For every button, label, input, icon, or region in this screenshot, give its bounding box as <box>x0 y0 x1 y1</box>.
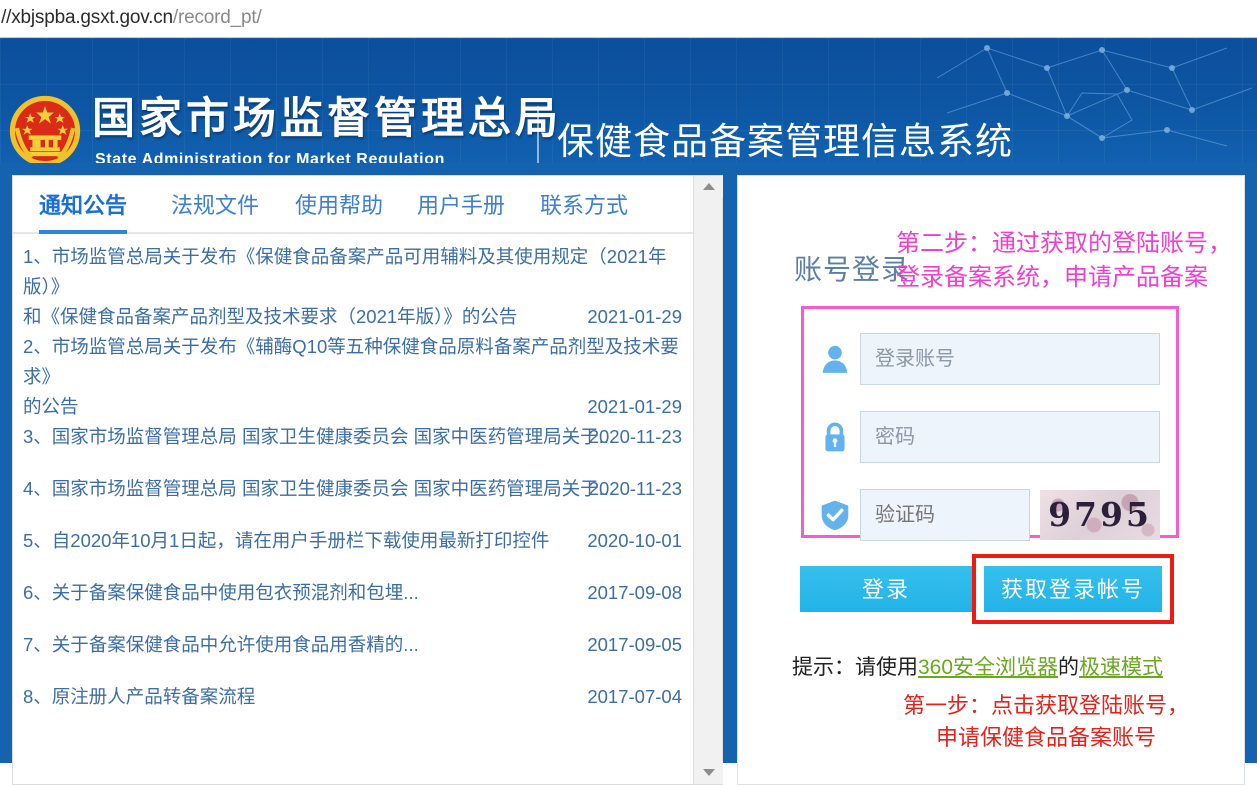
notice-date: 2020-11-23 <box>589 474 682 504</box>
notice-panel: 通知公告 法规文件 使用帮助 用户手册 联系方式 1、市场监管总局关于发布《保健… <box>12 175 723 785</box>
lock-icon <box>818 419 852 455</box>
notice-date: 2017-07-04 <box>587 682 682 712</box>
notice-title-line2: 的公告2021-01-29 <box>23 392 682 422</box>
hint-prefix: 提示：请使用 <box>792 656 918 679</box>
organization-name-en: State Administration for Market Regulati… <box>95 151 445 163</box>
notice-date: 2017-09-08 <box>587 578 682 608</box>
system-name: 保健食品备案管理信息系统 <box>557 111 1013 163</box>
notice-date: 2020-11-23 <box>589 422 682 452</box>
tab-manual[interactable]: 用户手册 <box>417 188 505 232</box>
login-panel-title: 账号登录 <box>794 248 910 288</box>
url-path: /record_pt/ <box>173 7 262 28</box>
national-emblem-icon <box>8 94 82 163</box>
list-item[interactable]: 2、市场监管总局关于发布《辅酶Q10等五种保健食品原料备案产品剂型及技术要求》 … <box>23 332 682 422</box>
list-item[interactable]: 4、国家市场监督管理总局 国家卫生健康委员会 国家中医药管理局关于... 202… <box>23 474 682 504</box>
annotation-step-one-line2: 申请保健食品备案账号 <box>903 723 1189 755</box>
hint-middle: 的 <box>1058 656 1079 679</box>
annotation-magenta-box: 9795 <box>801 306 1179 538</box>
list-item[interactable]: 1、市场监管总局关于发布《保健食品备案产品可用辅料及其使用规定（2021年版）》… <box>23 242 682 332</box>
notice-title: 5、自2020年10月1日起，请在用户手册栏下载使用最新打印控件 <box>23 526 549 556</box>
hint-link-360-browser[interactable]: 360安全浏览器 <box>918 656 1058 679</box>
url-domain: ://xbjspba.gsxt.gov.cn <box>0 7 173 28</box>
browser-url-bar[interactable]: ://xbjspba.gsxt.gov.cn/record_pt/ <box>0 0 1257 38</box>
url-text: ://xbjspba.gsxt.gov.cn/record_pt/ <box>0 7 262 29</box>
login-button[interactable]: 登录 <box>800 566 972 612</box>
tab-contact[interactable]: 联系方式 <box>540 188 628 232</box>
tab-notices[interactable]: 通知公告 <box>39 188 127 232</box>
annotation-step-one: 第一步：点击获取登陆账号， 申请保健食品备案账号 <box>903 691 1189 755</box>
notice-scrollbar[interactable] <box>693 176 722 784</box>
notice-tabs: 通知公告 法规文件 使用帮助 用户手册 联系方式 <box>13 176 693 234</box>
scroll-up-arrow-icon[interactable] <box>694 176 723 198</box>
captcha-input[interactable] <box>860 489 1030 541</box>
notice-title: 7、关于备案保健食品中允许使用食品用香精的... <box>23 630 419 660</box>
tab-help[interactable]: 使用帮助 <box>295 188 383 232</box>
browser-hint: 提示：请使用360安全浏览器的极速模式 <box>792 651 1163 681</box>
captcha-code-text: 9795 <box>1040 490 1160 540</box>
account-field-row <box>804 333 1182 385</box>
notice-date: 2020-10-01 <box>587 526 682 556</box>
annotation-step-two: 第二步：通过获取的登陆账号， 登录备案系统，申请产品备案 <box>896 226 1232 294</box>
notice-date: 2021-01-29 <box>587 392 682 422</box>
list-item[interactable]: 5、自2020年10月1日起，请在用户手册栏下载使用最新打印控件 2020-10… <box>23 526 682 556</box>
page-body: 国家市场监督管理总局 State Administration for Mark… <box>0 38 1257 763</box>
login-panel: 账号登录 第二步：通过获取的登陆账号， 登录备案系统，申请产品备案 <box>737 175 1245 785</box>
notice-title: 4、国家市场监督管理总局 国家卫生健康委员会 国家中医药管理局关于... <box>23 474 614 504</box>
notice-date: 2017-09-05 <box>587 630 682 660</box>
notice-list: 1、市场监管总局关于发布《保健食品备案产品可用辅料及其使用规定（2021年版）》… <box>13 236 692 784</box>
list-item[interactable]: 6、关于备案保健食品中使用包衣预混剂和包埋... 2017-09-08 <box>23 578 682 608</box>
account-input[interactable] <box>860 333 1160 385</box>
notice-date: 2021-01-29 <box>587 302 682 332</box>
notice-title-line2: 和《保健食品备案产品剂型及技术要求（2021年版）》的公告2021-01-29 <box>23 302 682 332</box>
hint-link-speed-mode[interactable]: 极速模式 <box>1079 656 1163 679</box>
password-field-row <box>804 411 1182 463</box>
notice-title: 6、关于备案保健食品中使用包衣预混剂和包埋... <box>23 578 419 608</box>
get-account-button[interactable]: 获取登录帐号 <box>984 566 1162 612</box>
captcha-field-row: 9795 <box>804 489 1182 541</box>
password-input[interactable] <box>860 411 1160 463</box>
captcha-image[interactable]: 9795 <box>1040 490 1160 540</box>
annotation-step-one-line1: 第一步：点击获取登陆账号， <box>903 691 1189 723</box>
notice-title-line1: 1、市场监管总局关于发布《保健食品备案产品可用辅料及其使用规定（2021年版）》 <box>23 242 682 302</box>
annotation-step-two-line1: 第二步：通过获取的登陆账号， <box>896 226 1232 260</box>
site-banner: 国家市场监督管理总局 State Administration for Mark… <box>0 38 1257 163</box>
notice-title-line1: 2、市场监管总局关于发布《辅酶Q10等五种保健食品原料备案产品剂型及技术要求》 <box>23 332 682 392</box>
notice-title: 3、国家市场监督管理总局 国家卫生健康委员会 国家中医药管理局关于... <box>23 422 614 452</box>
annotation-step-two-line2: 登录备案系统，申请产品备案 <box>896 260 1232 294</box>
shield-check-icon <box>818 497 852 533</box>
list-item[interactable]: 7、关于备案保健食品中允许使用食品用香精的... 2017-09-05 <box>23 630 682 660</box>
list-item[interactable]: 3、国家市场监督管理总局 国家卫生健康委员会 国家中医药管理局关于... 202… <box>23 422 682 452</box>
scroll-down-arrow-icon[interactable] <box>694 762 723 784</box>
notice-title: 8、原注册人产品转备案流程 <box>23 682 255 712</box>
tab-regulations[interactable]: 法规文件 <box>171 188 259 232</box>
banner-divider <box>537 106 539 163</box>
organization-name-cn: 国家市场监督管理总局 <box>92 98 562 141</box>
list-item[interactable]: 8、原注册人产品转备案流程 2017-07-04 <box>23 682 682 712</box>
scrollbar-thumb[interactable] <box>696 200 721 320</box>
user-icon <box>818 341 852 377</box>
